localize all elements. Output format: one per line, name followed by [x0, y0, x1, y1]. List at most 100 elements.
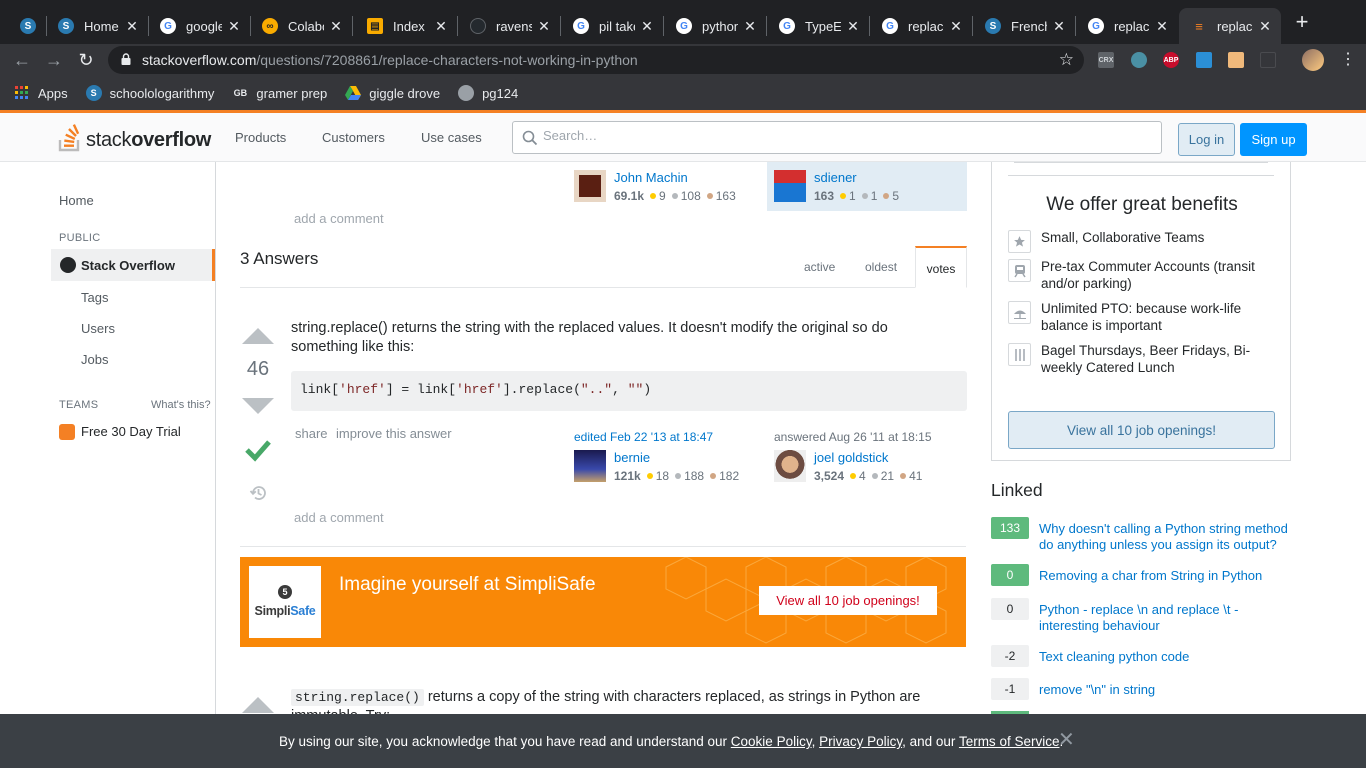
add-comment-link[interactable]: add a comment [294, 510, 384, 525]
close-icon[interactable]: ✕ [1058, 730, 1075, 750]
browser-tab[interactable]: G pil take ✕ [561, 8, 663, 44]
nav-customers[interactable]: Customers [322, 130, 385, 145]
user-name-link[interactable]: bernie [614, 450, 650, 465]
avatar[interactable] [774, 450, 806, 482]
sidebar-item-stack-overflow[interactable]: Stack Overflow [51, 249, 215, 281]
user-name-link[interactable]: sdiener [814, 170, 857, 185]
upvote-arrow-icon[interactable] [242, 328, 274, 344]
reload-icon[interactable]: ↻ [76, 50, 96, 70]
linked-question-link[interactable]: Why doesn't calling a Python string meth… [1039, 521, 1289, 553]
close-icon[interactable]: ✕ [1257, 18, 1273, 35]
share-link[interactable]: share [295, 426, 328, 441]
upvote-arrow-icon[interactable] [242, 697, 274, 713]
browser-tab[interactable]: ▤ Index ✕ [355, 8, 457, 44]
ad-job-openings-button[interactable]: View all 10 job openings! [759, 586, 937, 615]
profile-avatar[interactable] [1302, 49, 1324, 71]
avatar[interactable] [774, 170, 806, 202]
back-arrow-icon[interactable]: ← [12, 50, 32, 70]
browser-tab-active[interactable]: ≡ replace ✕ [1179, 8, 1281, 44]
ad-headline: Imagine yourself at SimpliSafe [339, 574, 596, 595]
benefits-title: We offer great benefits [1046, 194, 1238, 215]
close-icon[interactable]: ✕ [845, 18, 861, 35]
edited-timestamp[interactable]: edited Feb 22 '13 at 18:47 [574, 430, 713, 444]
linked-question-link[interactable]: Removing a char from String in Python [1039, 568, 1289, 584]
bookmark-giggle-drove[interactable]: giggle drove [345, 85, 440, 101]
close-icon[interactable]: ✕ [742, 18, 758, 35]
improve-answer-link[interactable]: improve this answer [336, 426, 452, 441]
browser-tab[interactable]: G google ✕ [148, 8, 250, 44]
linked-question-link[interactable]: remove "\n" in string [1039, 682, 1289, 698]
bookmark-schoology[interactable]: S schoolologarithmy [85, 85, 215, 101]
close-icon[interactable]: ✕ [124, 18, 140, 35]
history-icon[interactable] [249, 484, 267, 502]
terms-of-service-link[interactable]: Terms of Service [959, 734, 1060, 749]
close-icon[interactable]: ✕ [433, 18, 449, 35]
close-icon[interactable]: ✕ [639, 18, 655, 35]
close-icon[interactable]: ✕ [226, 18, 242, 35]
close-icon[interactable]: ✕ [536, 18, 552, 35]
browser-tab[interactable]: G TypeEr ✕ [767, 8, 869, 44]
extension-icon[interactable] [1260, 52, 1276, 68]
free-trial-link[interactable]: Free 30 Day Trial [81, 424, 181, 439]
bookmark-label: schoolologarithmy [109, 85, 215, 101]
view-job-openings-button[interactable]: View all 10 job openings! [1008, 411, 1275, 449]
signup-button[interactable]: Sign up [1240, 123, 1307, 156]
sidebar-item-users[interactable]: Users [81, 321, 115, 336]
browser-tab[interactable]: G replace ✕ [870, 8, 972, 44]
address-bar[interactable]: stackoverflow.com/questions/7208861/repl… [108, 46, 1084, 74]
extension-icon[interactable] [1196, 52, 1212, 68]
bookmark-pg124[interactable]: pg124 [458, 85, 518, 101]
browser-tab[interactable]: S French ✕ [973, 8, 1075, 44]
owl-extension-icon[interactable] [1131, 52, 1147, 68]
privacy-policy-link[interactable]: Privacy Policy [819, 734, 902, 749]
user-name-link[interactable]: joel goldstick [814, 450, 888, 465]
answer-divider [240, 546, 966, 547]
whats-this-link[interactable]: What's this? [151, 399, 211, 411]
tab-active[interactable]: active [804, 260, 835, 274]
close-icon[interactable]: ✕ [948, 18, 964, 35]
browser-tab[interactable]: G python ✕ [664, 8, 766, 44]
more-menu-icon[interactable]: ⋮ [1340, 50, 1356, 70]
sidebar-item-home[interactable]: Home [59, 193, 94, 208]
globe-icon [60, 257, 76, 273]
avatar[interactable] [574, 170, 606, 202]
bookmark-gramer-prep[interactable]: GB gramer prep [232, 85, 328, 101]
add-comment-link[interactable]: add a comment [294, 211, 384, 226]
search-input[interactable] [543, 128, 1143, 143]
avatar[interactable] [574, 450, 606, 482]
extension-icon[interactable] [1228, 52, 1244, 68]
browser-tab[interactable]: S [8, 8, 46, 44]
answered-timestamp: answered Aug 26 '11 at 18:15 [774, 430, 932, 444]
nav-use-cases[interactable]: Use cases [421, 130, 482, 145]
browser-tab[interactable]: S Home | ✕ [46, 8, 148, 44]
close-icon[interactable]: ✕ [1154, 18, 1170, 35]
close-icon[interactable]: ✕ [328, 18, 344, 35]
user-name-link[interactable]: John Machin [614, 170, 688, 185]
linked-question-link[interactable]: Python - replace \n and replace \t - int… [1039, 602, 1289, 634]
linked-question-link[interactable]: Text cleaning python code [1039, 649, 1289, 665]
login-button[interactable]: Log in [1178, 123, 1235, 156]
close-icon[interactable]: ✕ [1051, 18, 1067, 35]
sidebar-item-tags[interactable]: Tags [81, 290, 108, 305]
downvote-arrow-icon[interactable] [242, 398, 274, 414]
linked-score: 133 [991, 517, 1029, 539]
sidebar-item-jobs[interactable]: Jobs [81, 352, 108, 367]
bookmark-apps[interactable]: Apps [14, 85, 68, 101]
tab-votes[interactable]: votes [915, 246, 967, 288]
stackoverflow-logo[interactable]: stackoverflow [58, 123, 211, 152]
cookie-policy-link[interactable]: Cookie Policy [731, 734, 812, 749]
new-tab-button[interactable]: + [1292, 11, 1312, 33]
bookmark-label: giggle drove [369, 85, 441, 101]
crx-extension-icon[interactable]: CRX [1098, 52, 1114, 68]
browser-tab[interactable]: G replac ✕ [1076, 8, 1178, 44]
nav-products[interactable]: Products [235, 130, 286, 145]
jobs-benefits-box: We offer great benefits Small, Collabora… [991, 162, 1291, 461]
browser-tab[interactable]: ∞ Colabo ✕ [250, 8, 352, 44]
cookie-notice-text: By using our site, you acknowledge that … [279, 734, 1064, 749]
stackoverflow-icon: ≡ [1195, 18, 1203, 34]
tab-oldest[interactable]: oldest [865, 260, 897, 274]
forward-arrow-icon[interactable]: → [44, 50, 64, 70]
bookmark-star-icon[interactable]: ☆ [1059, 50, 1074, 70]
adblock-plus-icon[interactable]: ABP [1163, 52, 1179, 68]
browser-tab[interactable]: ravens ✕ [458, 8, 560, 44]
